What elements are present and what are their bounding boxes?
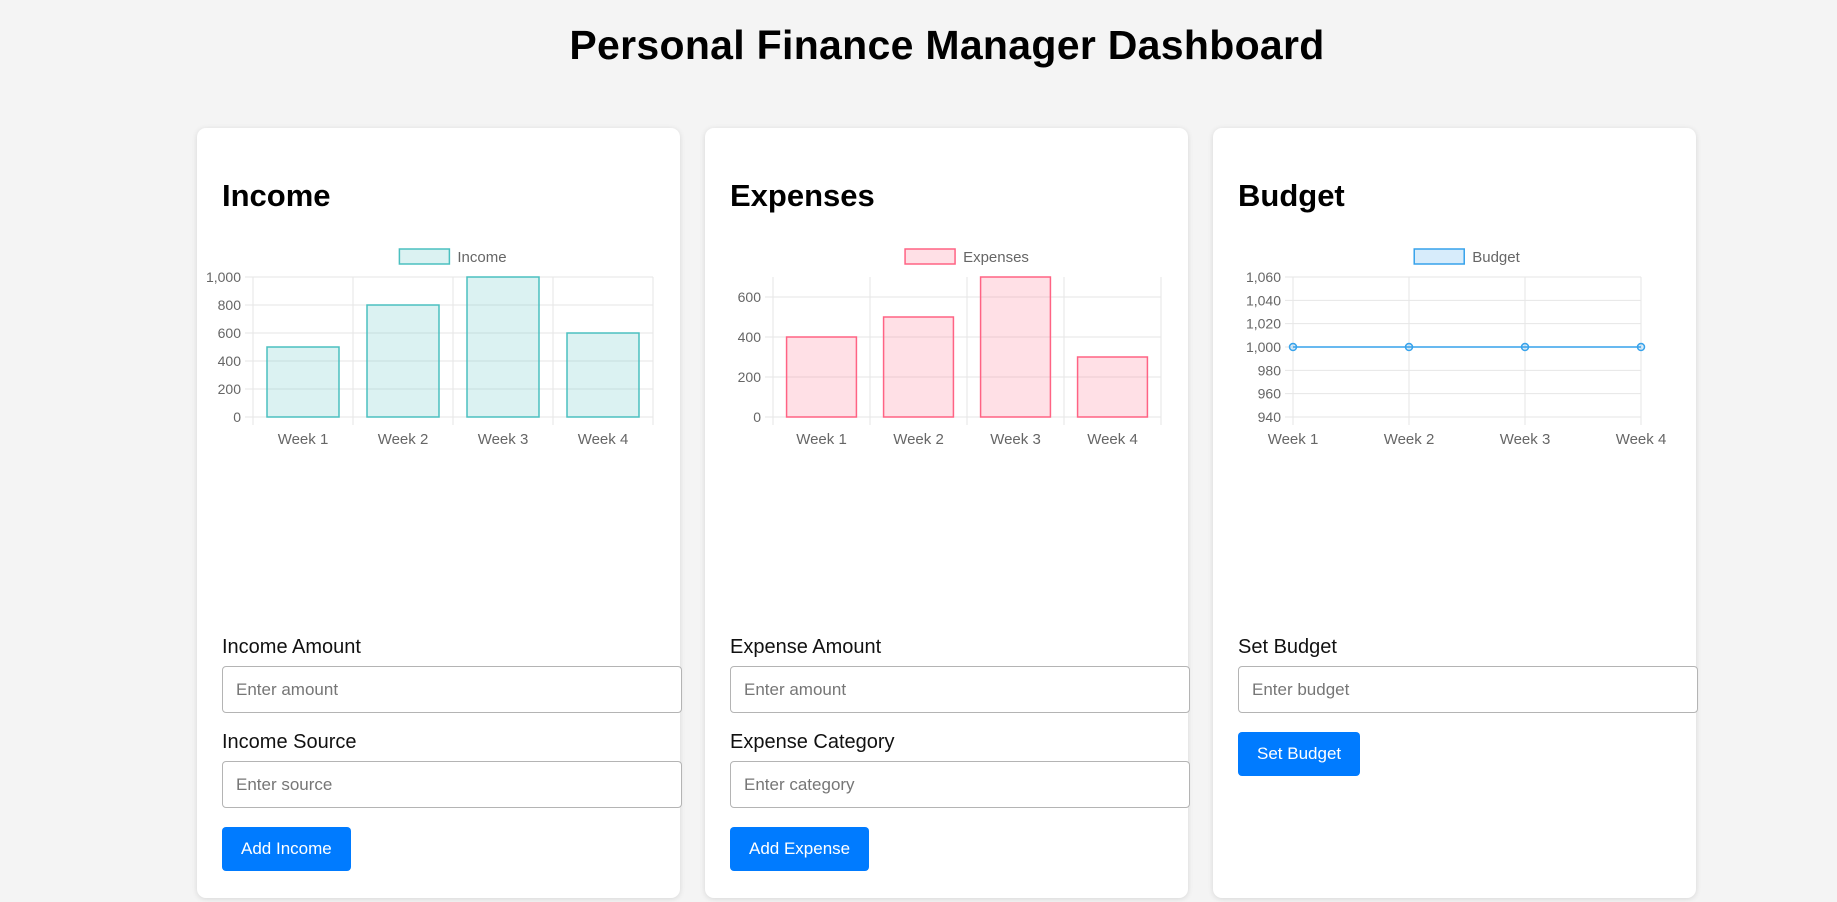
bar-week-4 bbox=[1076, 356, 1149, 418]
budget-chart: 940 960 980 1,000 1,020 1,040 1,060 Week 1 Week … bbox=[1246, 248, 1667, 448]
point-week-3 bbox=[1520, 342, 1530, 352]
y-tick-label: 200 bbox=[218, 381, 242, 397]
y-tick-label: 400 bbox=[738, 329, 762, 345]
y-tick-label: 1,000 bbox=[206, 269, 241, 285]
x-tick-label: Week 4 bbox=[1087, 431, 1138, 448]
legend-label: Budget bbox=[1472, 249, 1520, 266]
y-tick-label: 200 bbox=[738, 369, 762, 385]
legend-label: Income bbox=[457, 249, 506, 266]
y-tick-label: 980 bbox=[1258, 362, 1282, 378]
x-tick-label: Week 3 bbox=[1500, 431, 1551, 448]
bar-week-3 bbox=[466, 276, 540, 418]
page-title: Personal Finance Manager Dashboard bbox=[569, 22, 1325, 68]
x-tick-label: Week 1 bbox=[796, 431, 847, 448]
bar-week-1 bbox=[266, 346, 340, 418]
y-tick-label: 600 bbox=[738, 289, 762, 305]
y-tick-label: 960 bbox=[1258, 386, 1282, 402]
y-tick-label: 0 bbox=[753, 409, 761, 425]
expenses-chart: 0 200 400 600 Week 1 Week 2 Week 3 Week 4 Expens… bbox=[738, 248, 1162, 448]
set-budget-input[interactable] bbox=[1238, 666, 1698, 713]
x-tick-label: Week 2 bbox=[378, 431, 429, 448]
y-tick-label: 1,000 bbox=[1246, 339, 1281, 355]
expenses-card: Expenses 0 200 400 600 Week 1 Week 2 Week 3 Wee… bbox=[705, 128, 1190, 898]
income-amount-input[interactable] bbox=[222, 666, 682, 713]
bar-week-3 bbox=[979, 276, 1052, 418]
y-tick-label: 800 bbox=[218, 297, 242, 313]
y-tick-label: 0 bbox=[233, 409, 241, 425]
expense-amount-label: Expense Amount bbox=[730, 636, 882, 658]
income-chart: 0 200 400 600 800 1,000 Week 1 Week 2 Week 3 Week… bbox=[206, 248, 654, 448]
income-card: Income 0 200 400 600 800 1,000 Week 1 Week 2 Wee… bbox=[197, 128, 682, 898]
bar-week-1 bbox=[785, 336, 858, 418]
legend-swatch[interactable] bbox=[398, 248, 451, 265]
set-budget-button[interactable]: Set Budget bbox=[1238, 732, 1361, 776]
legend-swatch[interactable] bbox=[904, 248, 956, 265]
expense-category-label: Expense Category bbox=[730, 731, 895, 753]
point-week-1 bbox=[1288, 342, 1298, 352]
add-income-button[interactable]: Add Income bbox=[222, 827, 351, 871]
y-tick-label: 1,060 bbox=[1246, 269, 1281, 285]
legend-swatch[interactable] bbox=[1413, 248, 1465, 265]
budget-card: Budget 940 960 980 1,000 1,020 1,040 1,060 Week… bbox=[1213, 128, 1698, 898]
y-tick-label: 600 bbox=[218, 325, 242, 341]
y-tick-label: 1,020 bbox=[1246, 316, 1281, 332]
income-amount-label: Income Amount bbox=[222, 636, 361, 658]
x-tick-label: Week 4 bbox=[1616, 431, 1667, 448]
bar-week-2 bbox=[366, 304, 440, 418]
expense-category-input[interactable] bbox=[730, 761, 1190, 808]
income-source-input[interactable] bbox=[222, 761, 682, 808]
x-tick-label: Week 1 bbox=[278, 431, 329, 448]
point-week-4 bbox=[1636, 342, 1646, 352]
y-tick-label: 400 bbox=[218, 353, 242, 369]
point-week-2 bbox=[1404, 342, 1414, 352]
x-tick-label: Week 3 bbox=[990, 431, 1041, 448]
income-source-label: Income Source bbox=[222, 731, 357, 753]
bar-week-4 bbox=[566, 332, 640, 418]
x-tick-label: Week 4 bbox=[578, 431, 629, 448]
legend-label: Expenses bbox=[963, 249, 1029, 266]
x-tick-label: Week 2 bbox=[1384, 431, 1435, 448]
x-tick-label: Week 1 bbox=[1268, 431, 1319, 448]
set-budget-label: Set Budget bbox=[1238, 636, 1337, 658]
bar-week-2 bbox=[882, 316, 955, 418]
expense-amount-input[interactable] bbox=[730, 666, 1190, 713]
y-tick-label: 940 bbox=[1258, 409, 1282, 425]
x-tick-label: Week 3 bbox=[478, 431, 529, 448]
add-expense-button[interactable]: Add Expense bbox=[730, 827, 870, 871]
x-tick-label: Week 2 bbox=[893, 431, 944, 448]
y-tick-label: 1,040 bbox=[1246, 292, 1281, 308]
